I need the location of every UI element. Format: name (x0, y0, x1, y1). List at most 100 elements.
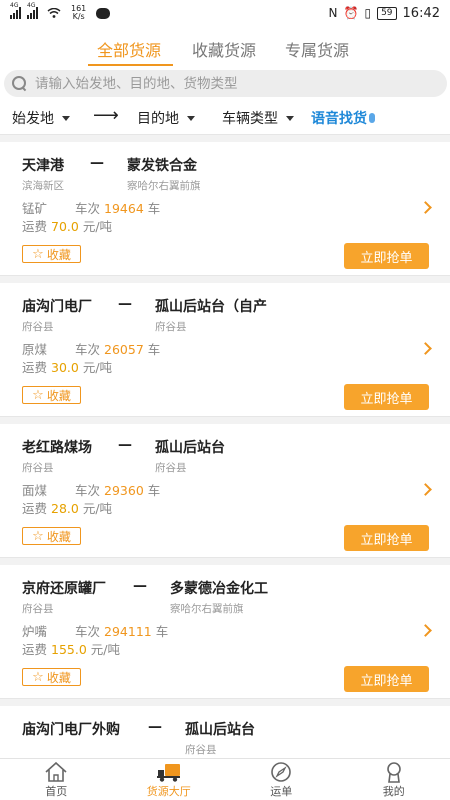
origin: 京府还原罐厂 府谷县 (22, 578, 106, 616)
price-line: 运费 155.0 元/吨 (22, 639, 120, 658)
trips-unit: 车 (147, 201, 161, 216)
origin-name: 天津港 (22, 158, 64, 174)
route: 天津港 滨海新区 — 蒙发铁合金 察哈尔右翼前旗 (22, 155, 440, 193)
destination-district: 府谷县 (185, 744, 217, 756)
chevron-right-icon[interactable] (419, 483, 432, 496)
origin: 庙沟门电厂 府谷县 (22, 296, 92, 334)
freight-label: 运费 (22, 219, 48, 234)
favorite-button[interactable]: ☆ 收藏 (22, 386, 81, 404)
chevron-right-icon[interactable] (419, 201, 432, 214)
caret-down-icon (62, 115, 70, 121)
freight-unit: 元/吨 (82, 501, 113, 516)
compass-icon (271, 762, 292, 782)
trips-label: 车次 (75, 201, 101, 216)
nav-cargo-hall-label: 货源大厅 (146, 785, 191, 798)
origin-filter[interactable]: 始发地 (12, 108, 70, 128)
origin-district: 滨海新区 (22, 180, 64, 192)
list-divider (0, 557, 450, 565)
chevron-right-icon[interactable] (419, 342, 432, 355)
destination: 孤山后站台（自产 府谷县 (155, 296, 267, 334)
caret-down-icon (187, 115, 195, 121)
price-line: 运费 30.0 元/吨 (22, 357, 112, 376)
destination: 多蒙德冶金化工 察哈尔右翼前旗 (170, 578, 268, 616)
favorite-label: 收藏 (46, 529, 71, 544)
bottom-nav: 首页 货源大厅 运单 我的 (0, 758, 450, 800)
nav-waybill[interactable]: 运单 (225, 759, 338, 800)
nav-home[interactable]: 首页 (0, 759, 113, 800)
cargo-tabs: 全部货源 收藏货源 专属货源 (0, 30, 450, 66)
destination-filter-label: 目的地 (137, 111, 179, 127)
favorite-button[interactable]: ☆ 收藏 (22, 245, 81, 263)
battery-icon: 59 (377, 6, 397, 20)
star-icon: ☆ (32, 246, 44, 262)
route-dash: — (118, 296, 132, 312)
list-divider (0, 275, 450, 283)
voice-search-label: 语音找货 (311, 111, 367, 127)
status-right: N ⏰ ▯ 59 16:42 (329, 6, 440, 21)
user-icon (386, 762, 401, 783)
freight-value: 70.0 (51, 219, 79, 234)
destination-name: 孤山后站台 (185, 722, 255, 738)
origin-name: 庙沟门电厂外购 (22, 722, 120, 738)
route-dash: — (148, 719, 162, 735)
origin-name: 京府还原罐厂 (22, 581, 106, 597)
cargo-card[interactable]: 天津港 滨海新区 — 蒙发铁合金 察哈尔右翼前旗 锰矿 车次 19464 车 运费… (0, 142, 450, 275)
microphone-icon (369, 113, 375, 123)
search-input[interactable] (35, 75, 415, 92)
tab-favorite-cargo[interactable]: 收藏货源 (192, 37, 256, 61)
route: 庙沟门电厂外购 — 孤山后站台 府谷县 (22, 719, 440, 756)
grab-order-button[interactable]: 立即抢单 (344, 243, 429, 269)
tab-exclusive-cargo[interactable]: 专属货源 (285, 37, 349, 61)
cargo-card[interactable]: 庙沟门电厂 府谷县 — 孤山后站台（自产 府谷县 原煤 车次 26057 车 运费… (0, 283, 450, 416)
trips-unit: 车 (155, 624, 169, 639)
freight-value: 155.0 (51, 642, 87, 657)
origin: 天津港 滨海新区 (22, 155, 64, 193)
goods-type: 面煤 (22, 483, 48, 498)
grab-order-button[interactable]: 立即抢单 (344, 525, 429, 551)
nav-home-label: 首页 (45, 785, 68, 798)
freight-value: 30.0 (51, 360, 79, 375)
cargo-card[interactable]: 京府还原罐厂 府谷县 — 多蒙德冶金化工 察哈尔右翼前旗 炉嘴 车次 294111… (0, 565, 450, 698)
destination-filter[interactable]: 目的地 (137, 108, 195, 128)
star-icon: ☆ (32, 387, 44, 403)
voice-search-button[interactable]: 语音找货 (311, 108, 375, 128)
grab-order-button[interactable]: 立即抢单 (344, 666, 429, 692)
route: 老红路煤场 府谷县 — 孤山后站台 府谷县 (22, 437, 440, 474)
chevron-right-icon[interactable] (419, 624, 432, 637)
freight-unit: 元/吨 (90, 642, 120, 657)
goods-type: 锰矿 (22, 201, 48, 216)
vehicle-type-filter[interactable]: 车辆类型 (222, 108, 294, 128)
favorite-button[interactable]: ☆ 收藏 (22, 668, 81, 686)
route: 庙沟门电厂 府谷县 — 孤山后站台（自产 府谷县 (22, 296, 440, 334)
list-divider (0, 416, 450, 424)
active-tab-indicator (88, 64, 173, 66)
trips-unit: 车 (147, 342, 161, 357)
destination: 蒙发铁合金 察哈尔右翼前旗 (127, 155, 201, 193)
route: 京府还原罐厂 府谷县 — 多蒙德冶金化工 察哈尔右翼前旗 (22, 578, 440, 616)
price-line: 运费 28.0 元/吨 (22, 498, 112, 517)
search-bar[interactable] (4, 70, 447, 97)
tab-all-cargo[interactable]: 全部货源 (97, 37, 161, 61)
freight-label: 运费 (22, 501, 48, 516)
trips-count: 19464 (104, 201, 144, 216)
origin-district: 府谷县 (22, 603, 54, 615)
freight-label: 运费 (22, 642, 48, 657)
goods-type: 原煤 (22, 342, 48, 357)
nav-profile[interactable]: 我的 (338, 759, 450, 800)
arrow-right-icon: ⟶ (93, 105, 119, 126)
nav-cargo-hall[interactable]: 货源大厅 (113, 759, 226, 800)
cargo-card[interactable]: 老红路煤场 府谷县 — 孤山后站台 府谷县 面煤 车次 29360 车 运费 28… (0, 424, 450, 557)
grab-order-button[interactable]: 立即抢单 (344, 384, 429, 410)
status-bar: 4G 4G 161 K/s N ⏰ ▯ 59 16:42 (0, 0, 450, 26)
trips-unit: 车 (147, 483, 161, 498)
favorite-button[interactable]: ☆ 收藏 (22, 527, 81, 545)
origin: 庙沟门电厂外购 (22, 719, 120, 742)
alarm-icon: ⏰ (343, 6, 359, 20)
favorite-label: 收藏 (46, 388, 71, 403)
status-left: 4G 4G 161 K/s (10, 2, 111, 21)
trips-label: 车次 (75, 483, 101, 498)
list-divider (0, 134, 450, 142)
destination-name: 孤山后站台（自产 (155, 299, 267, 315)
origin-district: 府谷县 (22, 321, 54, 333)
goods-line: 炉嘴 车次 294111 车 (22, 621, 168, 640)
